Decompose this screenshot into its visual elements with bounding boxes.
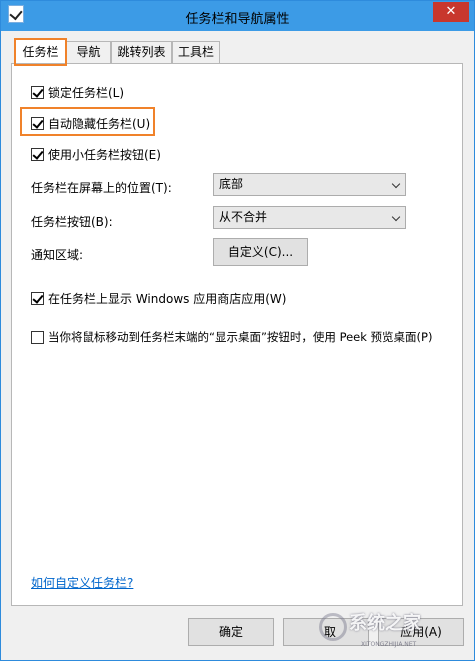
watermark-text: 系统之家 [349, 613, 421, 634]
properties-window: 任务栏和导航属性 ✕ 任务栏 导航 跳转列表 工具栏 锁定任务栏(L) 自动隐藏… [0, 0, 475, 661]
show-store-apps-checkbox[interactable] [31, 291, 44, 305]
auto-hide-checkbox[interactable] [31, 116, 44, 130]
tab-jump-lists[interactable]: 跳转列表 [111, 41, 172, 63]
peek-checkbox[interactable] [31, 330, 44, 344]
lock-taskbar-label: 锁定任务栏(L) [48, 85, 125, 100]
show-store-apps-option[interactable]: 在任务栏上显示 Windows 应用商店应用(W) [31, 290, 286, 306]
buttons-combine-select[interactable]: 从不合并 [213, 206, 406, 229]
small-buttons-option[interactable]: 使用小任务栏按钮(E) [31, 146, 161, 162]
location-label: 任务栏在屏幕上的位置(T): [31, 181, 172, 195]
show-store-apps-label: 在任务栏上显示 Windows 应用商店应用(W) [48, 291, 287, 306]
window-title: 任务栏和导航属性 [185, 12, 290, 27]
chevron-down-icon [391, 212, 401, 222]
tab-toolbars[interactable]: 工具栏 [172, 41, 220, 63]
location-value: 底部 [219, 177, 244, 191]
location-select[interactable]: 底部 [213, 173, 406, 196]
tab-taskbar[interactable]: 任务栏 [15, 39, 66, 63]
peek-label: 当你将鼠标移动到任务栏末端的“显示桌面”按钮时，使用 Peek 预览桌面(P) [48, 330, 433, 344]
small-buttons-checkbox[interactable] [31, 147, 44, 161]
tab-navigation[interactable]: 导航 [66, 41, 111, 63]
ok-button[interactable]: 确定 [188, 618, 274, 646]
lock-taskbar-checkbox[interactable] [31, 85, 44, 99]
customize-button[interactable]: 自定义(C)... [213, 238, 308, 266]
auto-hide-option[interactable]: 自动隐藏任务栏(U) [31, 115, 150, 131]
buttons-combine-value: 从不合并 [219, 210, 268, 224]
watermark-url: XITONGZHIJIA.NET [361, 641, 417, 648]
help-link[interactable]: 如何自定义任务栏? [31, 574, 133, 591]
small-buttons-label: 使用小任务栏按钮(E) [48, 147, 161, 162]
lock-taskbar-option[interactable]: 锁定任务栏(L) [31, 84, 124, 100]
watermark-circle-icon [319, 613, 347, 641]
close-button[interactable]: ✕ [433, 2, 469, 22]
watermark-logo: 系统之家 XITONGZHIJIA.NET [319, 607, 469, 657]
notification-label: 通知区域: [31, 248, 84, 262]
title-bar[interactable]: 任务栏和导航属性 ✕ [1, 1, 474, 31]
buttons-combine-label: 任务栏按钮(B): [31, 215, 113, 229]
peek-option[interactable]: 当你将鼠标移动到任务栏末端的“显示桌面”按钮时，使用 Peek 预览桌面(P) [31, 329, 461, 345]
auto-hide-label: 自动隐藏任务栏(U) [48, 116, 151, 131]
chevron-down-icon [391, 179, 401, 189]
